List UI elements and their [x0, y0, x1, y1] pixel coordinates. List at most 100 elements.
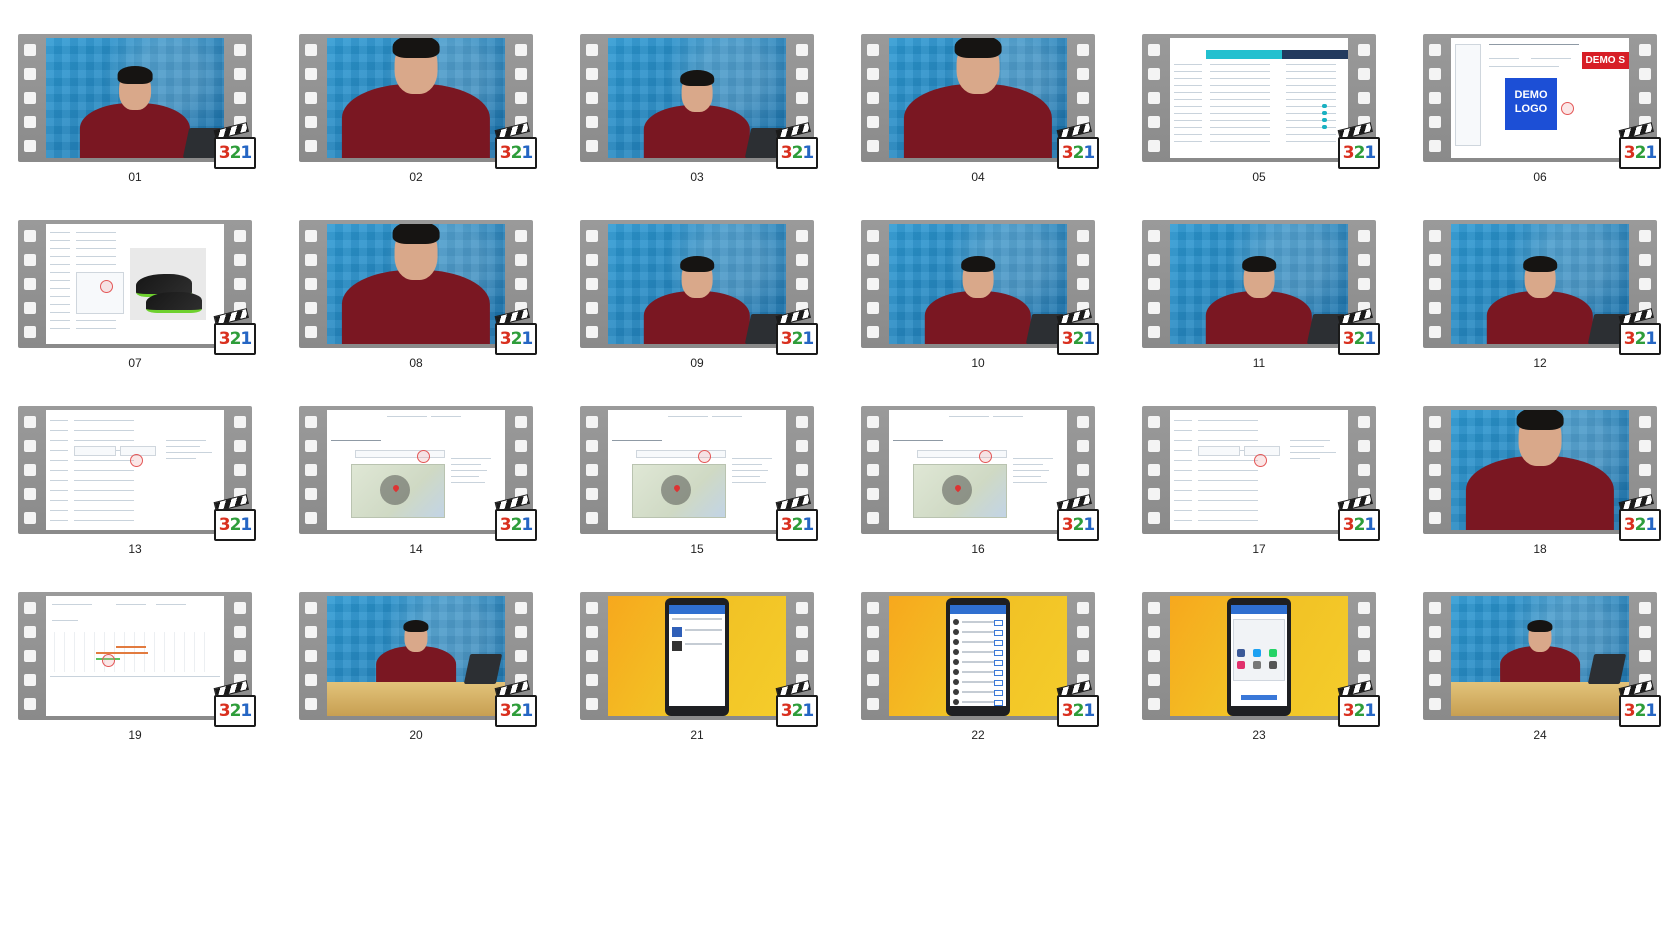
badge-digit: 2 [791, 515, 804, 535]
thumbnail-label: 24 [1533, 728, 1547, 742]
map-view [913, 464, 1007, 518]
video-thumbnail[interactable]: 3 2 1 08 [299, 220, 549, 406]
badge-digit: 1 [240, 701, 252, 721]
video-thumbnail[interactable]: 3 2 1 23 [1142, 592, 1392, 778]
video-thumbnail[interactable]: 3 2 1 19 [18, 592, 268, 778]
badge-digit: 1 [1364, 701, 1376, 721]
video-thumbnail[interactable]: 3 2 1 20 [299, 592, 549, 778]
video-thumbnail[interactable]: DEMO LOGO DEMO S 3 2 1 06 [1423, 34, 1673, 220]
smartphone [1227, 598, 1291, 716]
video-thumbnail[interactable]: 3 2 1 21 [580, 592, 830, 778]
video-thumbnail[interactable]: 3 2 1 07 [18, 220, 268, 406]
thumbnail-frame [1451, 596, 1629, 716]
click-indicator [1254, 454, 1267, 467]
thumbnail-frame [1170, 410, 1348, 530]
badge-digit: 1 [1645, 515, 1657, 535]
click-indicator [1561, 102, 1574, 115]
thumbnail-label: 11 [1252, 356, 1266, 370]
thumbnail-label: 12 [1533, 356, 1547, 370]
film-perforation-left [861, 406, 885, 534]
badge-digit: 1 [521, 329, 533, 349]
film-perforation-left [580, 592, 604, 720]
video-thumbnail[interactable]: 3 2 1 11 [1142, 220, 1392, 406]
film-perforation-left [1142, 592, 1166, 720]
video-thumbnail[interactable]: 3 2 1 02 [299, 34, 549, 220]
badge-digit: 1 [1083, 515, 1095, 535]
presenter-figure [889, 38, 1067, 158]
badge-digit: 2 [229, 515, 242, 535]
video-thumbnail[interactable]: 3 2 1 05 [1142, 34, 1392, 220]
film-perforation-left [299, 220, 323, 348]
badge-digit: 3 [499, 515, 512, 535]
mpc-player-badge-icon: 321 [494, 122, 537, 169]
thumbnail-frame [889, 410, 1067, 530]
badge-digit: 3 [1623, 701, 1636, 721]
thumbnail-frame [46, 38, 224, 158]
film-perforation-left [1423, 34, 1447, 162]
badge-digit: 3 [780, 515, 793, 535]
badge-digit: 3 [1623, 515, 1636, 535]
film-perforation-left [580, 34, 604, 162]
video-thumbnail[interactable]: 3 2 1 10 [861, 220, 1111, 406]
thumbnail-label: 21 [690, 728, 704, 742]
badge-digit: 1 [1083, 143, 1095, 163]
video-thumbnail[interactable]: 3 2 1 01 [18, 34, 268, 220]
badge-digit: 2 [1353, 143, 1366, 163]
thumbnail-frame [889, 38, 1067, 158]
badge-digit: 2 [229, 701, 242, 721]
badge-digit: 3 [499, 329, 512, 349]
film-perforation-left [299, 406, 323, 534]
video-thumbnail[interactable]: 3 2 1 16 [861, 406, 1111, 592]
video-thumbnail[interactable]: 3 2 1 18 [1423, 406, 1673, 592]
badge-digit: 2 [791, 701, 804, 721]
badge-digit: 2 [791, 143, 804, 163]
video-thumbnail[interactable]: 3 2 1 04 [861, 34, 1111, 220]
thumbnail-label: 10 [971, 356, 985, 370]
thumbnail-frame [1170, 596, 1348, 716]
thumbnail-grid: 3 2 1 01 3 2 1 02 3 2 1 03 3 2 1 04 3 2 1 05 DEMO LOGO DEMO S3… [18, 34, 1673, 778]
video-thumbnail[interactable]: 3 2 1 12 [1423, 220, 1673, 406]
video-thumbnail[interactable]: 3 2 1 15 [580, 406, 830, 592]
desk [327, 682, 505, 716]
mpc-player-badge-icon: 321 [1056, 494, 1099, 541]
thumbnail-frame [327, 38, 505, 158]
share-target-icon [1253, 649, 1261, 657]
video-thumbnail[interactable]: 3 2 1 13 [18, 406, 268, 592]
badge-digit: 3 [780, 329, 793, 349]
thumbnail-frame [608, 410, 786, 530]
mpc-player-badge-icon: 321 [213, 680, 256, 727]
share-target-icon [1237, 649, 1245, 657]
badge-digit: 2 [1353, 515, 1366, 535]
thumbnail-label: 06 [1533, 170, 1547, 184]
thumbnail-frame [1451, 410, 1629, 530]
thumbnail-frame [608, 596, 786, 716]
badge-digit: 3 [1342, 329, 1355, 349]
badge-digit: 1 [521, 143, 533, 163]
badge-digit: 2 [1072, 329, 1085, 349]
thumbnail-label: 15 [690, 542, 704, 556]
mpc-player-badge-icon: 321 [213, 494, 256, 541]
badge-digit: 1 [240, 515, 252, 535]
badge-digit: 3 [1061, 143, 1074, 163]
video-thumbnail[interactable]: 3 2 1 22 [861, 592, 1111, 778]
video-thumbnail[interactable]: 3 2 1 17 [1142, 406, 1392, 592]
film-perforation-left [580, 406, 604, 534]
video-thumbnail[interactable]: 3 2 1 09 [580, 220, 830, 406]
video-thumbnail[interactable]: 3 2 1 14 [299, 406, 549, 592]
thumbnail-label: 05 [1252, 170, 1266, 184]
presenter-figure [327, 38, 505, 158]
badge-digit: 2 [1353, 329, 1366, 349]
mpc-player-badge-icon: 321 [775, 308, 818, 355]
badge-digit: 2 [1353, 701, 1366, 721]
badge-digit: 1 [1364, 143, 1376, 163]
badge-digit: 3 [1342, 515, 1355, 535]
badge-digit: 1 [1645, 329, 1657, 349]
mpc-player-badge-icon: 321 [1618, 680, 1661, 727]
demo-banner: DEMO S [1581, 52, 1629, 69]
mpc-player-badge-icon: 321 [213, 122, 256, 169]
video-thumbnail[interactable]: 3 2 1 03 [580, 34, 830, 220]
film-perforation-left [1423, 592, 1447, 720]
video-thumbnail[interactable]: 3 2 1 24 [1423, 592, 1673, 778]
share-target-icon [1237, 661, 1245, 669]
badge-digit: 3 [499, 143, 512, 163]
